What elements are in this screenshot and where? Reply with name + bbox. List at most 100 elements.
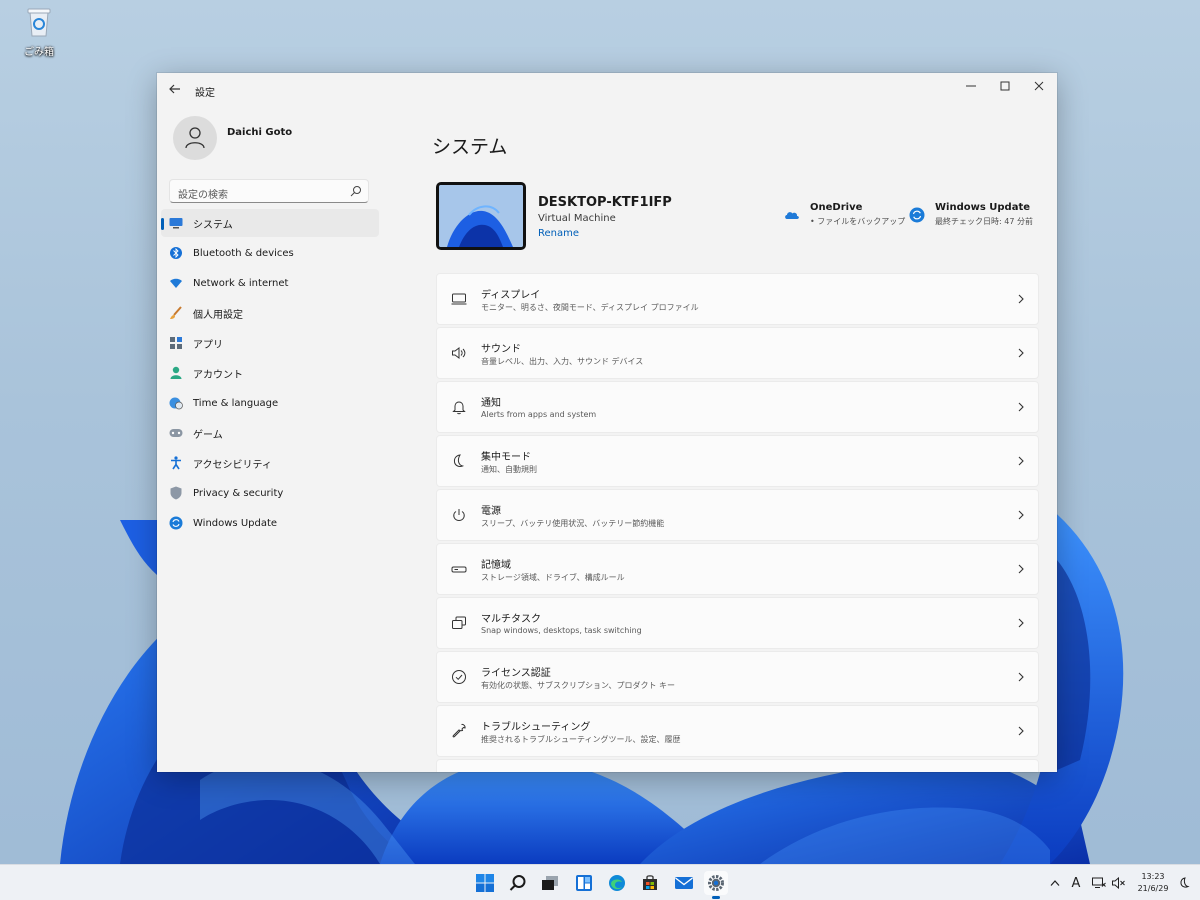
rename-link[interactable]: Rename bbox=[538, 228, 579, 239]
volume-muted-icon bbox=[1112, 877, 1125, 889]
task-view-icon bbox=[542, 876, 558, 890]
sidebar-item-personalization[interactable]: 個人用設定 bbox=[161, 299, 379, 327]
notification-button[interactable] bbox=[1176, 873, 1192, 893]
setting-subtitle: Snap windows, desktops, task switching bbox=[481, 626, 642, 635]
mail-icon bbox=[675, 877, 693, 889]
setting-sound[interactable]: サウンド 音量レベル、出力、入力、サウンド デバイス bbox=[436, 327, 1039, 379]
mail-button[interactable] bbox=[672, 871, 696, 895]
recycle-bin[interactable]: ごみ箱 bbox=[18, 6, 60, 58]
onedrive-status[interactable]: OneDrive • ファイルをバックアップ bbox=[784, 202, 905, 227]
cloud-icon bbox=[785, 212, 799, 219]
settings-icon bbox=[708, 875, 724, 891]
windows-update-status[interactable]: Windows Update 最終チェック日時: 47 分前 bbox=[909, 202, 1033, 227]
setting-subtitle: スリープ、バッテリ使用状況、バッテリー節約機能 bbox=[481, 519, 665, 528]
sidebar-item-label: アクセシビリティ bbox=[193, 459, 272, 471]
chevron-right-icon bbox=[1018, 510, 1024, 520]
clock[interactable]: 13:23 21/6/29 bbox=[1134, 871, 1172, 895]
sidebar-item-apps[interactable]: アプリ bbox=[161, 329, 379, 357]
setting-subtitle: 音量レベル、出力、入力、サウンド デバイス bbox=[481, 357, 644, 366]
brush-icon bbox=[169, 306, 183, 320]
chevron-right-icon bbox=[1018, 726, 1024, 736]
setting-title: トラブルシューティング bbox=[481, 722, 591, 733]
user-icon bbox=[185, 127, 205, 149]
search-icon bbox=[509, 875, 526, 891]
setting-notifications[interactable]: 通知 Alerts from apps and system bbox=[436, 381, 1039, 433]
taskbar-search-button[interactable] bbox=[506, 871, 530, 895]
volume-tray-button[interactable] bbox=[1111, 873, 1127, 893]
setting-title: 集中モード bbox=[481, 452, 531, 463]
network-icon bbox=[1092, 877, 1106, 888]
check-circle-icon bbox=[452, 670, 466, 684]
edge-icon bbox=[609, 875, 625, 891]
search-input[interactable]: 設定の検索 bbox=[169, 179, 369, 203]
sidebar-item-bluetooth[interactable]: Bluetooth & devices bbox=[161, 239, 379, 267]
sidebar-item-accounts[interactable]: アカウント bbox=[161, 359, 379, 387]
setting-title: ディスプレイ bbox=[481, 290, 541, 301]
sidebar-item-system[interactable]: システム bbox=[161, 209, 379, 237]
maximize-button[interactable] bbox=[988, 73, 1022, 99]
multitask-icon bbox=[452, 616, 466, 629]
close-button[interactable] bbox=[1022, 73, 1056, 99]
recycle-bin-label: ごみ箱 bbox=[24, 47, 54, 58]
update-icon bbox=[909, 207, 925, 223]
setting-subtitle: ストレージ領域、ドライブ、構成ルール bbox=[481, 573, 625, 582]
power-icon bbox=[453, 509, 465, 521]
user-name: Daichi Goto bbox=[227, 127, 293, 138]
page-title: システム bbox=[432, 136, 508, 158]
task-view-button[interactable] bbox=[538, 871, 562, 895]
setting-multitasking[interactable]: マルチタスク Snap windows, desktops, task swit… bbox=[436, 597, 1039, 649]
shield-icon bbox=[169, 486, 183, 500]
setting-storage[interactable]: 記憶域 ストレージ領域、ドライブ、構成ルール bbox=[436, 543, 1039, 595]
setting-subtitle: 有効化の状態、サブスクリプション、プロダクト キー bbox=[481, 681, 676, 690]
store-button[interactable] bbox=[638, 871, 662, 895]
sidebar-item-time-language[interactable]: Time & language bbox=[161, 389, 379, 417]
sidebar-item-gaming[interactable]: ゲーム bbox=[161, 419, 379, 447]
windows-update-subtitle: 最終チェック日時: 47 分前 bbox=[935, 217, 1033, 226]
tray-overflow-button[interactable] bbox=[1047, 873, 1063, 893]
network-tray-button[interactable] bbox=[1091, 873, 1107, 893]
update-icon bbox=[169, 516, 183, 530]
sidebar-item-label: Bluetooth & devices bbox=[193, 247, 294, 259]
bluetooth-icon bbox=[169, 246, 183, 260]
sidebar-item-network[interactable]: Network & internet bbox=[161, 269, 379, 297]
sidebar-item-windows-update[interactable]: Windows Update bbox=[161, 509, 379, 537]
sidebar-item-accessibility[interactable]: アクセシビリティ bbox=[161, 449, 379, 477]
sidebar-item-label: Time & language bbox=[193, 397, 279, 409]
onedrive-subtitle: • ファイルをバックアップ bbox=[810, 217, 906, 226]
chevron-up-icon bbox=[1050, 880, 1060, 886]
sidebar-item-label: Network & internet bbox=[193, 277, 289, 289]
clock-time: 13:23 bbox=[1141, 872, 1165, 881]
arrow-left-icon[interactable] bbox=[167, 81, 183, 97]
setting-next-partial[interactable] bbox=[436, 759, 1039, 772]
setting-title: マルチタスク bbox=[481, 614, 541, 625]
chevron-right-icon bbox=[1018, 348, 1024, 358]
setting-power[interactable]: 電源 スリープ、バッテリ使用状況、バッテリー節約機能 bbox=[436, 489, 1039, 541]
ime-indicator[interactable]: A bbox=[1068, 873, 1084, 893]
chevron-right-icon bbox=[1018, 456, 1024, 466]
widgets-icon bbox=[576, 875, 592, 891]
setting-display[interactable]: ディスプレイ モニター、明るさ、夜間モード、ディスプレイ プロファイル bbox=[436, 273, 1039, 325]
settings-taskbar-button[interactable] bbox=[704, 871, 728, 899]
sidebar-item-label: Privacy & security bbox=[193, 487, 284, 499]
minimize-button[interactable] bbox=[954, 73, 988, 99]
setting-focus-assist[interactable]: 集中モード 通知、自動規則 bbox=[436, 435, 1039, 487]
edge-button[interactable] bbox=[605, 871, 629, 895]
display-icon bbox=[451, 293, 467, 305]
apps-icon bbox=[169, 336, 183, 350]
setting-activation[interactable]: ライセンス認証 有効化の状態、サブスクリプション、プロダクト キー bbox=[436, 651, 1039, 703]
monitor-icon bbox=[169, 216, 183, 230]
title-bar[interactable]: 設定 bbox=[157, 73, 1057, 107]
sidebar-item-label: Windows Update bbox=[193, 517, 278, 529]
minimize-icon bbox=[966, 85, 976, 87]
moon-icon bbox=[453, 454, 465, 467]
sidebar-item-privacy[interactable]: Privacy & security bbox=[161, 479, 379, 507]
avatar[interactable] bbox=[173, 116, 217, 160]
setting-troubleshoot[interactable]: トラブルシューティング 推奨されるトラブルシューティングツール、設定、履歴 bbox=[436, 705, 1039, 757]
do-not-disturb-icon bbox=[1180, 877, 1190, 888]
wrench-icon bbox=[452, 723, 466, 738]
start-button[interactable] bbox=[473, 871, 497, 895]
start-icon bbox=[476, 874, 494, 892]
sidebar-item-label: 個人用設定 bbox=[193, 309, 243, 321]
setting-title: 記憶域 bbox=[481, 560, 511, 571]
widgets-button[interactable] bbox=[572, 871, 596, 895]
